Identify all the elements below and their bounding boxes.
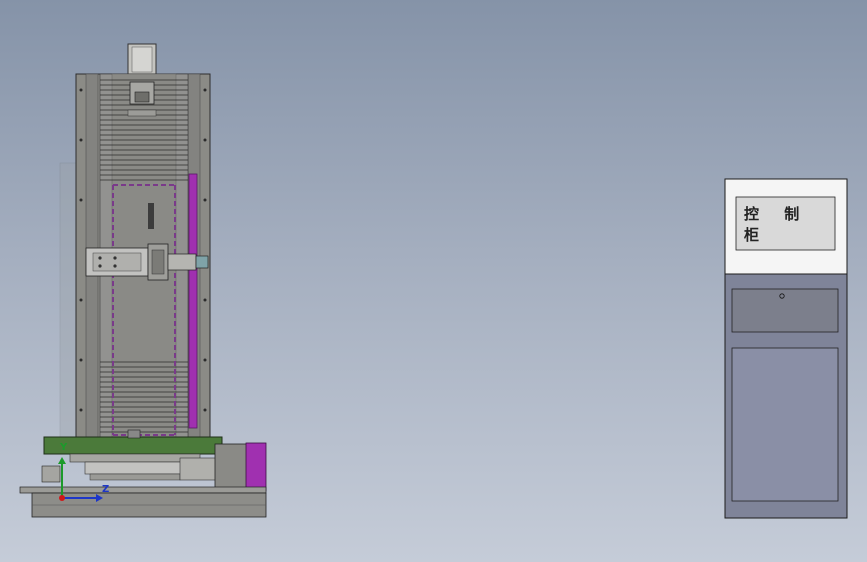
top-mechanism <box>127 81 157 117</box>
axis-z-label: Z <box>102 484 110 495</box>
top-motor <box>127 43 157 75</box>
purple-side-rail <box>188 173 198 429</box>
scale-marks <box>148 203 154 229</box>
base-slab <box>19 486 267 518</box>
control-cabinet <box>724 178 848 519</box>
axis-y-label: Y <box>60 442 68 453</box>
rotary-table <box>69 453 221 481</box>
cad-viewport[interactable]: 控 制 柜 Y Z <box>0 0 867 562</box>
cad-drawing <box>19 43 848 519</box>
purple-drive-motor <box>214 442 267 492</box>
left-bracket <box>41 465 61 483</box>
